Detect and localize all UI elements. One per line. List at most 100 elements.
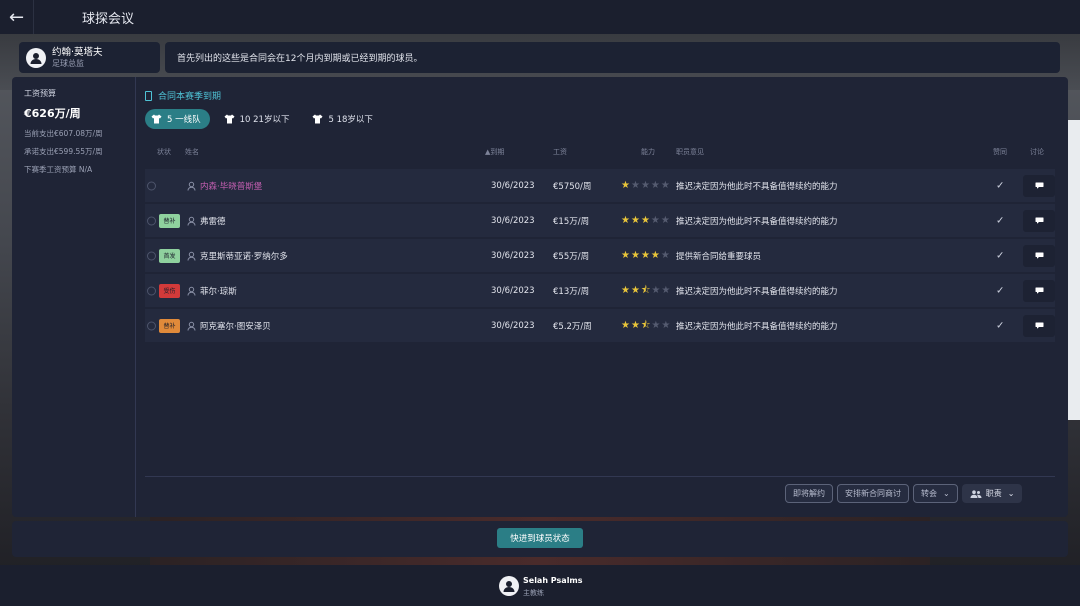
section-header: 合同本赛季到期 [145,89,221,102]
star-icon: ★ [621,179,630,191]
star-icon: ★ [630,179,640,191]
transfer-label: 转会 [921,489,937,498]
advance-button[interactable]: 快进到球员状态 [497,528,583,548]
col-expiry[interactable]: ▲到期 [485,147,504,157]
bottom-bar: Selah Psalms 主教练 [0,565,1080,606]
squad-tabs: 5 一线队 10 21岁以下 5 18岁以下 [145,109,382,129]
table-row[interactable]: 替补 阿克塞尔·图安泽贝 30/6/2023 €5.2万/周 ★ ★ ⯪ ★ ★ 推迟决定因为他此… [145,309,1055,342]
star-icon: ★ [660,214,670,226]
table-divider [145,476,1055,477]
tab-squad-2[interactable]: 5 18岁以下 [306,109,381,129]
director-name: 约翰·莫塔夫 [52,46,103,58]
col-agree[interactable]: 赞同 [993,147,1007,157]
player-name[interactable]: 克里斯蒂亚诺·罗纳尔多 [200,250,288,262]
director-role: 足球总监 [52,58,84,68]
player-person-icon [187,321,196,330]
tab-label: 5 18岁以下 [328,115,373,125]
wage-budget-amount: €626万/周 [24,107,81,120]
table-row[interactable]: 内森·毕晓普斯堡 30/6/2023 €5750/周 ★ ★ ★ ★ ★ 推迟决定因为他此时不具… [145,169,1055,202]
star-icon: ⯪ [640,284,651,296]
contract-doc-icon [145,90,152,101]
col-discuss[interactable]: 讨论 [1030,147,1044,157]
star-icon: ★ [660,179,670,191]
star-icon: ★ [640,214,650,226]
col-wage[interactable]: 工资 [553,147,567,157]
col-name[interactable]: 姓名 [185,147,199,157]
status-badge: 替补 [159,318,180,333]
check-icon[interactable]: ✓ [996,250,1004,261]
advance-bar: 快进到球员状态 [12,521,1068,557]
check-icon[interactable]: ✓ [996,320,1004,331]
col-status[interactable]: 状状 [157,147,171,157]
contract-expiry: 30/6/2023 [491,215,535,226]
manager-role: 主教练 [523,589,544,597]
player-wage: €55万/周 [553,251,590,262]
player-name[interactable]: 内森·毕晓普斯堡 [200,180,262,192]
player-name[interactable]: 阿克塞尔·图安泽贝 [200,320,271,332]
duty-dropdown[interactable]: 职责 ⌄ [961,484,1023,503]
contract-expiry: 30/6/2023 [491,180,535,191]
player-name[interactable]: 弗雷德 [200,215,226,227]
star-icon: ★ [621,284,630,296]
committed-spend: 承诺支出€599.55万/周 [24,147,103,156]
ability-stars: ★ ★ ⯪ ★ ★ [621,284,671,296]
star-icon: ★ [621,214,630,226]
row-select-radio[interactable] [147,181,156,190]
player-person-icon [187,181,196,190]
manager-name: Selah Psalms [523,576,583,585]
check-icon[interactable]: ✓ [996,285,1004,296]
player-wage: €15万/周 [553,216,590,227]
player-person-icon [187,251,196,260]
director-card[interactable]: 约翰·莫塔夫 足球总监 [19,42,160,73]
top-bar: ← 球探会议 [0,0,1080,34]
staff-opinion: 推迟决定因为他此时不具备值得续约的能力 [676,286,838,297]
ability-stars: ★ ★ ★ ★ ★ [621,179,670,191]
people-icon [970,489,982,498]
chat-bubble-icon [1035,287,1043,294]
discuss-button[interactable] [1023,314,1055,337]
discuss-button[interactable] [1023,209,1055,232]
release-button[interactable]: 即将解约 [785,484,833,503]
tab-squad-1[interactable]: 10 21岁以下 [218,109,299,129]
star-icon: ★ [651,284,661,296]
shirt-icon [312,114,323,124]
col-opinion[interactable]: 职员意见 [676,147,704,157]
player-wage: €13万/周 [553,286,590,297]
row-select-radio[interactable] [147,251,156,260]
player-name[interactable]: 菲尔·琼斯 [200,285,237,297]
star-icon: ★ [630,214,640,226]
table-row[interactable]: 受伤 菲尔·琼斯 30/6/2023 €13万/周 ★ ★ ⯪ ★ ★ 推迟决定因为他此时不具备值… [145,274,1055,307]
table-row[interactable]: 首发 克里斯蒂亚诺·罗纳尔多 30/6/2023 €55万/周 ★ ★ ★ ★ ★ 提供新合同给重… [145,239,1055,272]
transfer-dropdown[interactable]: 转会 ⌄ [913,484,958,503]
ability-stars: ★ ★ ★ ★ ★ [621,214,670,226]
staff-opinion: 推迟决定因为他此时不具备值得续约的能力 [676,216,838,227]
table-row[interactable]: 替补 弗雷德 30/6/2023 €15万/周 ★ ★ ★ ★ ★ 推迟决定因为他此时不具备值得续… [145,204,1055,237]
manager-avatar-icon[interactable] [499,576,519,596]
message-bar: 首先列出的这些是合同会在12个月内到期或已经到期的球员。 [165,42,1060,73]
negotiate-contract-button[interactable]: 安排新合同商讨 [837,484,909,503]
discuss-button[interactable] [1023,244,1055,267]
staff-opinion: 推迟决定因为他此时不具备值得续约的能力 [676,321,838,332]
status-badge: 替补 [159,213,180,228]
player-wage: €5750/周 [553,181,592,192]
check-icon[interactable]: ✓ [996,180,1004,191]
col-ability[interactable]: 能力 [641,147,655,157]
discuss-button[interactable] [1023,279,1055,302]
main-panel: 工资预算 €626万/周 当前支出€607.08万/周 承诺支出€599.55万… [12,77,1068,517]
row-select-radio[interactable] [147,321,156,330]
star-icon: ★ [651,319,661,331]
player-person-icon [187,286,196,295]
shirt-icon [151,114,162,124]
back-arrow-icon[interactable]: ← [0,0,34,34]
star-icon: ★ [661,319,671,331]
row-select-radio[interactable] [147,216,156,225]
chat-bubble-icon [1035,322,1043,329]
star-icon: ★ [661,284,671,296]
contracts-content: 合同本赛季到期 5 一线队 10 21岁以下 5 18岁以下 状状 姓名 ▲到期 工… [145,77,1068,517]
tab-squad-0[interactable]: 5 一线队 [145,109,210,129]
row-select-radio[interactable] [147,286,156,295]
shirt-icon [224,114,235,124]
contract-expiry: 30/6/2023 [491,250,535,261]
discuss-button[interactable] [1023,174,1055,197]
check-icon[interactable]: ✓ [996,215,1004,226]
